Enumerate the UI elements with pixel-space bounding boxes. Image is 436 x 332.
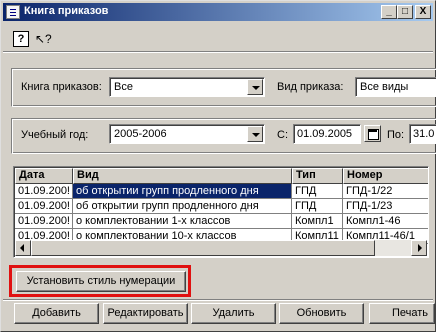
cell-number: Компл1-46 bbox=[343, 214, 428, 229]
app-icon bbox=[6, 5, 20, 19]
from-date-value: 01.09.2005 bbox=[297, 128, 353, 140]
calendar-icon[interactable] bbox=[364, 125, 381, 142]
cell-kind: об открытии групп продленного дня bbox=[73, 199, 292, 214]
cell-type: Компл1 bbox=[292, 214, 343, 229]
cell-date: 01.09.200! bbox=[15, 184, 73, 199]
maximize-button[interactable]: □ bbox=[397, 5, 413, 19]
cell-number: ГПД-1/22 bbox=[343, 184, 428, 199]
table-row[interactable]: 01.09.200! о комплектовании 1-х классов … bbox=[15, 214, 428, 229]
close-button[interactable]: X bbox=[415, 5, 431, 19]
cell-kind: о комплектовании 1-х классов bbox=[73, 214, 292, 229]
help-icon[interactable]: ? bbox=[13, 31, 29, 47]
column-header-type[interactable]: Тип bbox=[292, 168, 343, 184]
cell-type: ГПД bbox=[292, 199, 343, 214]
column-header-kind[interactable]: Вид bbox=[73, 168, 292, 184]
school-year-value: 2005-2006 bbox=[114, 128, 167, 140]
table-row[interactable]: 01.09.200! об открытии групп продленного… bbox=[15, 184, 428, 199]
minimize-button[interactable]: _ bbox=[381, 5, 397, 19]
delete-button[interactable]: Удалить bbox=[191, 303, 276, 324]
to-date-value: 31.0 bbox=[413, 128, 435, 140]
book-label: Книга приказов: bbox=[21, 81, 102, 93]
scroll-left-icon[interactable] bbox=[15, 240, 31, 256]
refresh-button[interactable]: Обновить bbox=[279, 303, 364, 324]
order-type-label: Вид приказа: bbox=[277, 81, 344, 93]
horizontal-scrollbar[interactable] bbox=[15, 240, 427, 256]
scrollbar-thumb[interactable] bbox=[31, 240, 375, 256]
title-bar[interactable]: Книга приказов _ □ X bbox=[3, 3, 433, 21]
book-value: Все bbox=[114, 81, 133, 93]
set-numbering-style-button[interactable]: Установить стиль нумерации bbox=[16, 271, 186, 292]
toolbar-separator bbox=[3, 51, 433, 53]
column-header-number[interactable]: Номер bbox=[343, 168, 428, 184]
bottom-separator bbox=[3, 299, 433, 301]
print-button[interactable]: Печать bbox=[369, 303, 435, 324]
window-title: Книга приказов bbox=[24, 5, 109, 17]
school-year-combo[interactable]: 2005-2006 bbox=[109, 124, 265, 144]
to-date-label: По: bbox=[387, 129, 405, 141]
from-date-field[interactable]: 01.09.2005 bbox=[293, 124, 361, 144]
cell-number: ГПД-1/23 bbox=[343, 199, 428, 214]
chevron-down-icon[interactable] bbox=[247, 126, 263, 142]
cell-kind: об открытии групп продленного дня bbox=[73, 184, 292, 199]
cell-date: 01.09.200! bbox=[15, 214, 73, 229]
table-header: Дата Вид Тип Номер bbox=[15, 168, 428, 184]
add-button[interactable]: Добавить bbox=[14, 303, 99, 324]
book-combo[interactable]: Все bbox=[109, 77, 265, 97]
scroll-right-icon[interactable] bbox=[411, 240, 427, 256]
edit-button[interactable]: Редактировать bbox=[103, 303, 188, 324]
orders-table[interactable]: Дата Вид Тип Номер 01.09.200! об открыти… bbox=[13, 166, 429, 258]
table-row[interactable]: 01.09.200! об открытии групп продленного… bbox=[15, 199, 428, 214]
order-type-value: Все виды bbox=[360, 81, 409, 93]
school-year-label: Учебный год: bbox=[21, 129, 89, 141]
chevron-down-icon[interactable] bbox=[247, 79, 263, 95]
order-type-combo[interactable]: Все виды bbox=[355, 77, 436, 97]
order-book-window: Книга приказов _ □ X ? ↖? Книга приказов… bbox=[0, 0, 436, 332]
cell-type: ГПД bbox=[292, 184, 343, 199]
column-header-date[interactable]: Дата bbox=[15, 168, 73, 184]
from-date-label: С: bbox=[277, 129, 288, 141]
whats-this-icon[interactable]: ↖? bbox=[35, 31, 52, 47]
cell-date: 01.09.200! bbox=[15, 199, 73, 214]
to-date-field[interactable]: 31.0 bbox=[409, 124, 436, 144]
